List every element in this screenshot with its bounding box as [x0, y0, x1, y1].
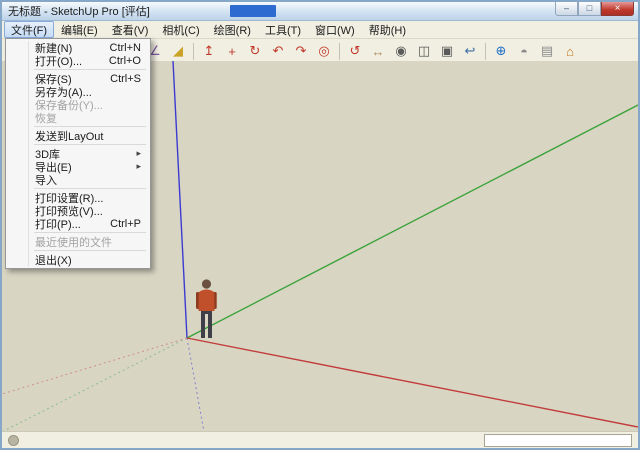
get-models-icon[interactable]: ⌂ — [559, 40, 581, 62]
red-axis — [187, 338, 638, 427]
menubar-item-camera[interactable]: 相机(C) — [155, 21, 206, 38]
menu-item-shortcut: Ctrl+N — [96, 42, 141, 54]
paint-bucket-icon[interactable]: ◢ — [167, 40, 189, 62]
menubar: 文件(F)编辑(E)查看(V)相机(C)绘图(R)工具(T)窗口(W)帮助(H) — [2, 21, 638, 39]
zoom-extents-icon[interactable]: ▣ — [436, 40, 458, 62]
red-axis-negative — [2, 338, 187, 394]
window-title: 无标题 - SketchUp Pro [评估] — [8, 3, 150, 19]
figure-torso — [199, 290, 215, 312]
menu-item-shortcut: Ctrl+O — [95, 55, 141, 67]
scale-figure[interactable] — [196, 279, 217, 338]
menubar-item-view[interactable]: 查看(V) — [105, 21, 156, 38]
menu-item-open[interactable]: 打开(O)... Ctrl+O — [8, 54, 148, 67]
window-controls: – □ × — [555, 2, 634, 16]
figure-legs — [201, 310, 212, 338]
submenu-arrow-icon: ▸ — [136, 148, 141, 159]
file-menu: 新建(N)Ctrl+N打开(O)...Ctrl+O保存(S)Ctrl+S另存为(… — [5, 38, 151, 269]
menu-item-shortcut: Ctrl+S — [96, 73, 141, 85]
figure-head — [202, 279, 211, 288]
menu-item-save-backup: 保存备份(Y)... — [8, 98, 148, 111]
maximize-button[interactable]: □ — [578, 2, 601, 16]
geolocation-icon[interactable] — [8, 435, 19, 446]
previous-view-icon[interactable]: ↩ — [459, 40, 481, 62]
menubar-item-window[interactable]: 窗口(W) — [308, 21, 362, 38]
toggle-terrain-icon[interactable]: ◓ — [513, 40, 535, 62]
rotate-icon[interactable]: ↻ — [244, 40, 266, 62]
submenu-arrow-icon: ▸ — [136, 161, 141, 172]
menu-item-label: 最近使用的文件 — [35, 234, 112, 250]
measurements-input[interactable] — [484, 434, 632, 447]
menu-item-print[interactable]: 打印(P)... Ctrl+P — [8, 217, 148, 230]
menu-item-3d-warehouse[interactable]: 3D库▸ — [8, 147, 148, 160]
menubar-item-tools[interactable]: 工具(T) — [258, 21, 308, 38]
zoom-icon[interactable]: ◉ — [390, 40, 412, 62]
orbit-icon[interactable]: ↺ — [344, 40, 366, 62]
menu-item-label: 恢复 — [35, 110, 57, 126]
menu-item-label: 打印(P)... — [35, 216, 81, 232]
offset-icon[interactable]: ◎ — [313, 40, 335, 62]
green-axis-negative — [2, 338, 187, 432]
blue-axis-negative — [187, 338, 204, 432]
toolbar-separator — [485, 43, 486, 60]
menu-item-export[interactable]: 导出(E)▸ — [8, 160, 148, 173]
menubar-item-help[interactable]: 帮助(H) — [362, 21, 413, 38]
menubar-item-draw[interactable]: 绘图(R) — [207, 21, 258, 38]
add-location-icon[interactable]: ⊕ — [490, 40, 512, 62]
pan-icon[interactable]: ↔ — [367, 40, 389, 62]
menubar-item-edit[interactable]: 编辑(E) — [54, 21, 105, 38]
zoom-window-icon[interactable]: ◫ — [413, 40, 435, 62]
close-button[interactable]: × — [601, 2, 634, 16]
minimize-button[interactable]: – — [555, 2, 578, 16]
menu-item-revert: 恢复 — [8, 111, 148, 124]
menu-item-import[interactable]: 导入 — [8, 173, 148, 186]
statusbar — [2, 431, 638, 448]
menu-item-shortcut: Ctrl+P — [96, 218, 141, 230]
menu-item-label: 退出(X) — [35, 252, 72, 268]
menu-item-recent-files: 最近使用的文件 — [8, 235, 148, 248]
move-icon[interactable]: + — [221, 40, 243, 62]
photo-textures-icon[interactable]: ▤ — [536, 40, 558, 62]
toolbar-separator — [193, 43, 194, 60]
undo-icon[interactable]: ↶ — [267, 40, 289, 62]
menubar-item-file[interactable]: 文件(F) — [4, 21, 54, 38]
toolbar-separator — [339, 43, 340, 60]
menu-item-send-to-layout[interactable]: 发送到LayOut — [8, 129, 148, 142]
menu-item-label: 打开(O)... — [35, 53, 82, 69]
menu-item-exit[interactable]: 退出(X) — [8, 253, 148, 266]
green-axis — [187, 105, 638, 338]
menu-item-label: 发送到LayOut — [35, 128, 103, 144]
sketchup-window: 无标题 - SketchUp Pro [评估] – □ × 文件(F)编辑(E)… — [0, 0, 640, 450]
push-pull-icon[interactable]: ↥ — [198, 40, 220, 62]
menu-item-label: 导入 — [35, 172, 57, 188]
titlebar: 无标题 - SketchUp Pro [评估] – □ × — [2, 2, 638, 21]
redo-icon[interactable]: ↷ — [290, 40, 312, 62]
blue-axis — [173, 61, 187, 338]
title-banner — [230, 5, 276, 17]
